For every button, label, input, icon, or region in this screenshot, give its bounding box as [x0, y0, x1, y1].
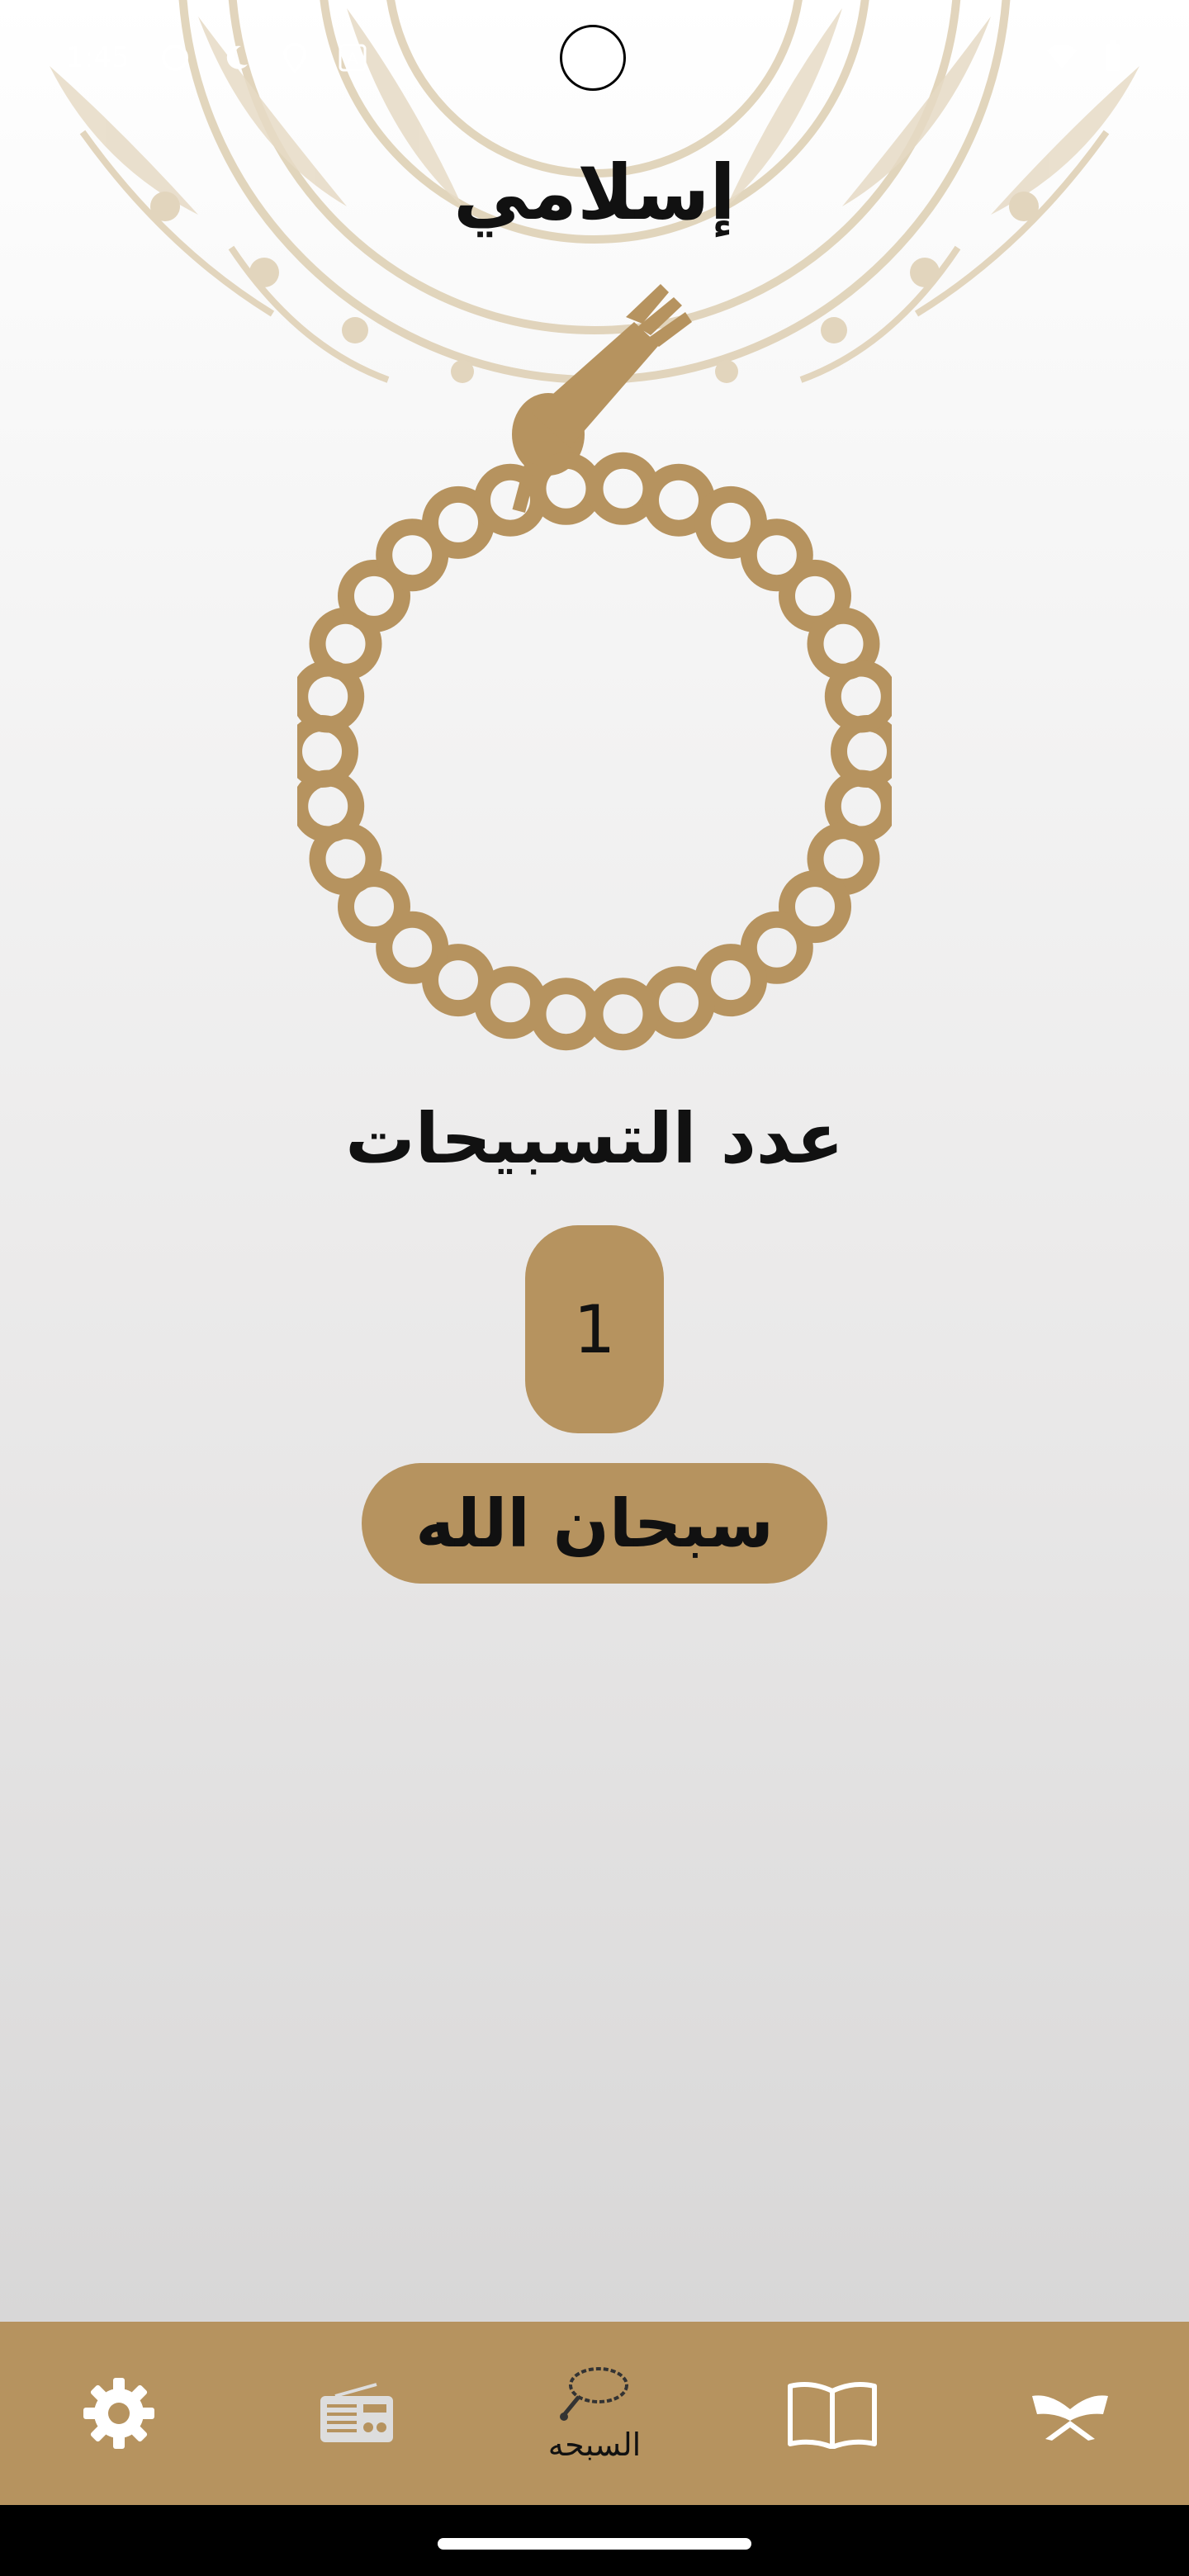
front-camera	[560, 25, 626, 91]
nav-item-hadith[interactable]	[750, 2322, 915, 2505]
wifi-icon	[1047, 45, 1077, 69]
sebha-bead	[586, 452, 660, 525]
sebha-bead	[642, 966, 715, 1039]
gesture-bar	[0, 2505, 1189, 2576]
status-right-group	[1045, 40, 1123, 73]
battery-icon	[1106, 40, 1120, 71]
radio-icon	[320, 2383, 393, 2442]
nav-item-quran[interactable]	[988, 2322, 1153, 2505]
sebha-bead	[586, 978, 660, 1051]
hadith-book-icon	[788, 2382, 877, 2449]
sebha-icon	[560, 2367, 628, 2421]
translate-icon: A	[339, 44, 367, 72]
status-left-group: 1:45 A	[66, 41, 367, 74]
sebha-image[interactable]	[297, 272, 892, 1065]
sebha-bead	[474, 463, 547, 537]
status-time: 1:45	[66, 41, 130, 74]
location-icon	[283, 43, 307, 73]
zikr-button[interactable]: سبحان الله	[362, 1463, 827, 1584]
app-title: إسلامي	[453, 149, 736, 237]
messenger-icon	[162, 45, 189, 71]
quran-icon	[1032, 2395, 1108, 2441]
nav-item-sebha[interactable]: السبحه	[512, 2322, 677, 2505]
tasbeeh-counter: 1	[525, 1225, 664, 1433]
svg-text:A: A	[348, 49, 359, 69]
nav-item-settings[interactable]	[36, 2322, 201, 2505]
tasbeeh-count-label: عدد التسبيحات	[345, 1098, 844, 1179]
moon-icon	[227, 45, 249, 69]
nav-item-radio[interactable]	[274, 2322, 439, 2505]
settings-gear-icon	[83, 2378, 154, 2449]
sebha-bead	[529, 978, 603, 1051]
gesture-handle[interactable]	[438, 2538, 751, 2550]
nav-item-sebha-label: السبحه	[547, 2427, 642, 2463]
bottom-nav: السبحه	[0, 2322, 1189, 2505]
